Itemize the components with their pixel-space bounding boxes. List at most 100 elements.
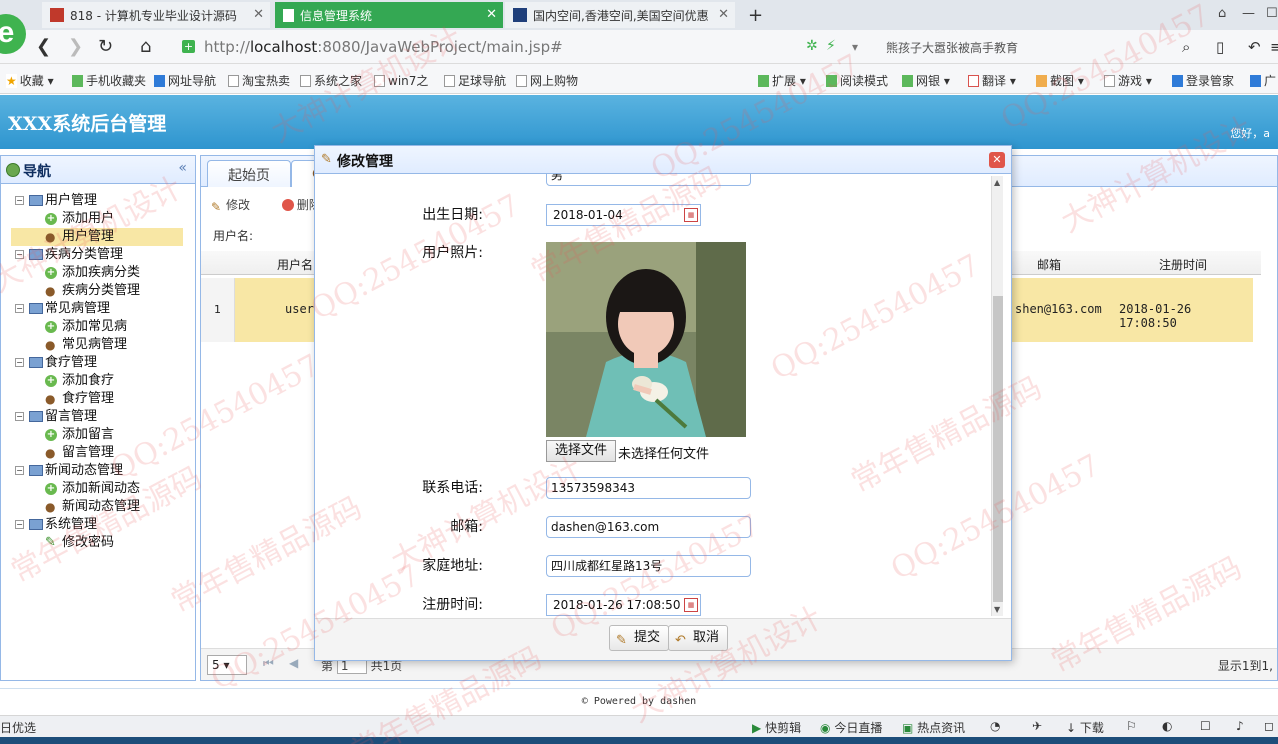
col-regtime[interactable]: 注册时间 (1159, 256, 1207, 273)
email-input[interactable]: dashen@163.com (546, 516, 751, 538)
ext-extensions[interactable]: 扩展 ▾ (758, 72, 806, 89)
sidebar-item[interactable]: ● 用户管理 (11, 228, 183, 246)
bookmark-favorites[interactable]: ★ 收藏 ▾ (6, 72, 54, 89)
address-input[interactable]: 四川成都红星路13号 (546, 555, 751, 577)
status-item-clip[interactable]: ▶ 快剪辑 (752, 719, 801, 736)
close-icon[interactable]: ✕ (989, 152, 1005, 168)
status-item-news[interactable]: ▣ 热点资讯 (902, 719, 965, 736)
shirt-skin-icon[interactable]: ⌂ (1218, 6, 1226, 21)
sidebar-item[interactable]: + 添加用户 (1, 210, 195, 228)
status-item-download[interactable]: ↓ 下载 (1066, 719, 1104, 736)
bookmark-mobile[interactable]: 手机收藏夹 (72, 72, 146, 89)
scroll-thumb[interactable] (993, 296, 1003, 602)
bookmark-win7[interactable]: win7之 (374, 72, 428, 89)
nav-group[interactable]: − 留言管理 (1, 408, 195, 426)
status-icon-e[interactable]: ☐ (1200, 719, 1211, 733)
bookmark-football[interactable]: 足球导航 (444, 72, 506, 89)
gender-field[interactable]: 男 (546, 174, 751, 186)
ext-games[interactable]: 游戏 ▾ (1104, 72, 1152, 89)
col-email[interactable]: 邮箱 (1037, 256, 1061, 273)
edit-button[interactable]: ✎ 修改 (211, 198, 264, 214)
expand-minus-icon[interactable]: − (15, 520, 24, 529)
minimize-icon[interactable]: — (1242, 6, 1255, 21)
maximize-icon[interactable]: ☐ (1266, 6, 1278, 21)
back-icon[interactable]: ❮ (36, 36, 51, 57)
phone-input[interactable]: 13573598343 (546, 477, 751, 499)
status-icon-d[interactable]: ◐ (1162, 719, 1172, 733)
nav-group[interactable]: − 用户管理 (1, 192, 195, 210)
nav-group[interactable]: − 新闻动态管理 (1, 462, 195, 480)
bookmark-nav[interactable]: 网址导航 (154, 72, 216, 89)
sidebar-item[interactable]: ● 留言管理 (1, 444, 195, 462)
sidebar-item[interactable]: + 添加食疗 (1, 372, 195, 390)
sidebar-item[interactable]: + 添加常见病 (1, 318, 195, 336)
expand-minus-icon[interactable]: − (15, 250, 24, 259)
scroll-up-icon[interactable]: ▲ (994, 178, 1000, 187)
undo-icon[interactable]: ↶ (1248, 38, 1261, 56)
birth-date-field[interactable]: 2018-01-04 ▦ (546, 204, 701, 226)
ext-login[interactable]: 登录管家 (1172, 72, 1234, 89)
new-tab-button[interactable]: + (740, 2, 762, 28)
nav-group[interactable]: − 食疗管理 (1, 354, 195, 372)
browser-tab-3[interactable]: 国内空间,香港空间,美国空间优惠 ✕ (505, 2, 735, 28)
sidebar-item[interactable]: ● 食疗管理 (1, 390, 195, 408)
ext-screenshot[interactable]: 截图 ▾ (1036, 72, 1084, 89)
browser-tab-1[interactable]: 818 - 计算机专业毕业设计源码 ✕ (42, 2, 270, 28)
cancel-button[interactable]: ↶ 取消 (668, 625, 729, 651)
sidebar-item[interactable]: ● 常见病管理 (1, 336, 195, 354)
refresh-icon[interactable]: ↻ (98, 36, 113, 57)
nav-group[interactable]: − 常见病管理 (1, 300, 195, 318)
status-icon-f[interactable]: ◻ (1264, 719, 1274, 733)
lightning-icon[interactable]: ⚡ (826, 38, 836, 54)
status-icon-b[interactable]: ✈ (1032, 719, 1042, 733)
ext-ad[interactable]: 广 (1250, 72, 1276, 89)
regtime-field[interactable]: 2018-01-26 17:08:50 ▦ (546, 594, 701, 616)
sidebar-item[interactable]: + 添加留言 (1, 426, 195, 444)
page-size-select[interactable]: 5 ▾ (207, 655, 247, 675)
status-icon-a[interactable]: ◔ (990, 719, 1000, 733)
menu-icon[interactable]: ≡ (1270, 38, 1278, 56)
ext-bank[interactable]: 网银 ▾ (902, 72, 950, 89)
sidebar-item[interactable]: ● 疾病分类管理 (1, 282, 195, 300)
status-icon-c[interactable]: ⚐ (1126, 719, 1137, 733)
search-icon[interactable]: ⌕ (1182, 38, 1190, 56)
choose-file-button[interactable]: 选择文件 (546, 440, 617, 462)
calendar-icon[interactable]: ▦ (684, 598, 698, 612)
expand-minus-icon[interactable]: − (15, 466, 24, 475)
phone-icon[interactable]: ▯ (1216, 38, 1224, 56)
browser-tab-2[interactable]: 信息管理系统 ✕ (275, 2, 503, 28)
dialog-scrollbar[interactable]: ▲ ▼ (991, 176, 1003, 616)
col-username[interactable]: 用户名 (277, 256, 313, 273)
expand-minus-icon[interactable]: − (15, 196, 24, 205)
bookmark-xtzj[interactable]: 系统之家 (300, 72, 362, 89)
status-left[interactable]: 日优选 (0, 719, 36, 736)
volume-icon[interactable]: ♪ (1236, 719, 1244, 733)
close-tab-icon[interactable]: ✕ (718, 7, 729, 22)
close-tab-icon[interactable]: ✕ (253, 7, 264, 22)
sidebar-item[interactable]: ● 新闻动态管理 (1, 498, 195, 516)
expand-minus-icon[interactable]: − (15, 412, 24, 421)
home-icon[interactable]: ⌂ (140, 36, 151, 57)
search-suggestion[interactable]: 熊孩子大嚣张被高手教育 (886, 39, 1018, 56)
status-item-live[interactable]: ◉ 今日直播 (820, 719, 882, 736)
forward-icon[interactable]: ❯ (68, 36, 83, 57)
prev-page-icon[interactable]: ◀ (289, 656, 298, 670)
speedup-icon[interactable]: ✲ (806, 38, 818, 54)
calendar-icon[interactable]: ▦ (684, 208, 698, 222)
first-page-icon[interactable]: ⏮ (263, 656, 274, 671)
sidebar-item[interactable]: + 添加疾病分类 (1, 264, 195, 282)
tab-home[interactable]: 起始页 (207, 160, 291, 187)
submit-button[interactable]: ✎ 提交 (609, 625, 670, 651)
scroll-down-icon[interactable]: ▼ (994, 605, 1000, 614)
nav-group[interactable]: − 疾病分类管理 (1, 246, 195, 264)
collapse-icon[interactable]: « (178, 160, 187, 176)
expand-minus-icon[interactable]: − (15, 304, 24, 313)
close-tab-icon[interactable]: ✕ (486, 7, 497, 22)
dropdown-chevron-icon[interactable]: ▾ (852, 40, 858, 54)
bookmark-shopping[interactable]: 网上购物 (516, 72, 578, 89)
sidebar-item[interactable]: ✎ 修改密码 (1, 534, 195, 552)
sidebar-item[interactable]: + 添加新闻动态 (1, 480, 195, 498)
expand-minus-icon[interactable]: − (15, 358, 24, 367)
bookmark-taobao[interactable]: 淘宝热卖 (228, 72, 290, 89)
url-input[interactable]: + http://localhost:8080/JavaWebProject/m… (178, 34, 868, 60)
